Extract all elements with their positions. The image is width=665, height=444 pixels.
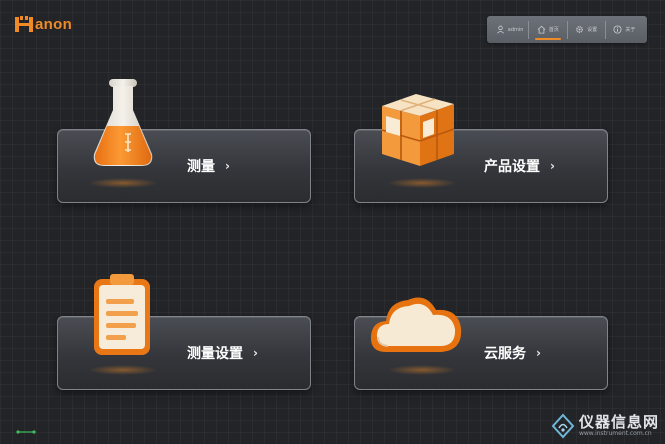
watermark-logo-icon (551, 413, 575, 439)
home-icon (537, 25, 546, 34)
cloud-icon (370, 297, 462, 352)
gear-icon (576, 26, 584, 33)
clipboard-icon (94, 274, 150, 355)
connection-status-icon (16, 430, 36, 434)
flask-icon (93, 79, 153, 166)
chevron-right-icon: › (550, 159, 555, 173)
toolbar-about-label: 关于 (625, 27, 636, 33)
cloud-service-label: 云服务 (484, 346, 526, 362)
measure-settings-label: 测量设置 (187, 346, 243, 362)
chevron-right-icon: › (536, 346, 541, 360)
product-settings-label: 产品设置 (484, 159, 540, 175)
watermark-url: www.instrument.com.cn (578, 430, 652, 437)
watermark-text: 仪器信息网 (578, 413, 659, 431)
cube-icon (381, 94, 455, 166)
toolbar-about[interactable]: 关于 (604, 20, 643, 39)
info-icon (613, 25, 622, 34)
measure-label: 测量 (187, 159, 215, 175)
product-settings-card-label: 产品设置 › (484, 156, 555, 176)
toolbar-home-label: 首页 (548, 27, 559, 33)
measure-settings-card-label: 测量设置 › (187, 343, 258, 363)
measure-card-label: 测量 › (187, 156, 230, 176)
toolbar-settings-label: 设置 (587, 27, 598, 33)
cloud-service-card-label: 云服务 › (484, 343, 541, 363)
logo-mark-icon (15, 16, 33, 32)
toolbar-settings[interactable]: 设置 (566, 20, 605, 39)
card-glow (88, 178, 158, 188)
top-toolbar: admin 首页 设置 关于 (487, 16, 647, 43)
watermark: 仪器信息网 www.instrument.com.cn (550, 413, 659, 439)
chevron-right-icon: › (225, 159, 230, 173)
card-glow (387, 178, 457, 188)
user-icon (496, 25, 504, 34)
card-glow (88, 365, 158, 375)
toolbar-home[interactable]: 首页 (528, 20, 566, 40)
toolbar-user-label: admin (507, 26, 524, 33)
card-glow (387, 365, 457, 375)
app-logo: anon (14, 13, 72, 35)
logo-text: anon (35, 15, 73, 33)
watermark-text-block: 仪器信息网 www.instrument.com.cn (579, 414, 659, 438)
chevron-right-icon: › (253, 346, 258, 360)
toolbar-user[interactable]: admin (491, 21, 528, 39)
